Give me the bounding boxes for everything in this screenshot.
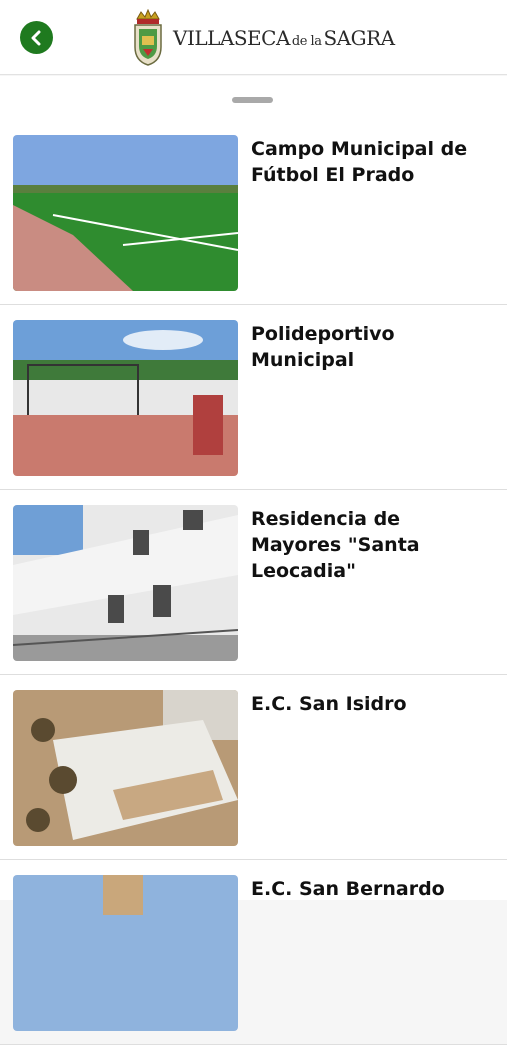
list-item[interactable]: Campo Municipal de Fútbol El Prado [0,120,507,305]
app-header: VILLASECA de la SAGRA [0,0,507,75]
town-logo: VILLASECA de la SAGRA [129,8,395,68]
architectural-model-image [13,690,238,846]
care-home-image [13,505,238,661]
list-item[interactable]: Residencia de Mayores "Santa Leocadia" [0,490,507,675]
list-item[interactable]: E.C. San Bernardo [0,860,507,1045]
chevron-left-icon [31,30,40,45]
coat-of-arms-icon [134,9,162,66]
football-field-image [13,135,238,291]
bottom-sheet: Campo Municipal de Fútbol El Prado Polid… [0,76,507,1045]
school-image [13,875,238,1031]
item-title: Campo Municipal de Fútbol El Prado [251,138,468,186]
item-title: E.C. San Bernardo [251,878,445,900]
back-button[interactable] [20,21,53,54]
list-item[interactable]: E.C. San Isidro [0,675,507,860]
drag-handle[interactable] [232,97,273,103]
facility-list: Campo Municipal de Fútbol El Prado Polid… [0,120,507,1045]
item-title: E.C. San Isidro [251,693,407,715]
item-title: Polideportivo Municipal [251,323,395,371]
item-title: Residencia de Mayores "Santa Leocadia" [251,508,420,582]
sports-centre-image [13,320,238,476]
logo-wordmark: VILLASECA de la SAGRA [173,26,395,50]
list-item[interactable]: Polideportivo Municipal [0,305,507,490]
